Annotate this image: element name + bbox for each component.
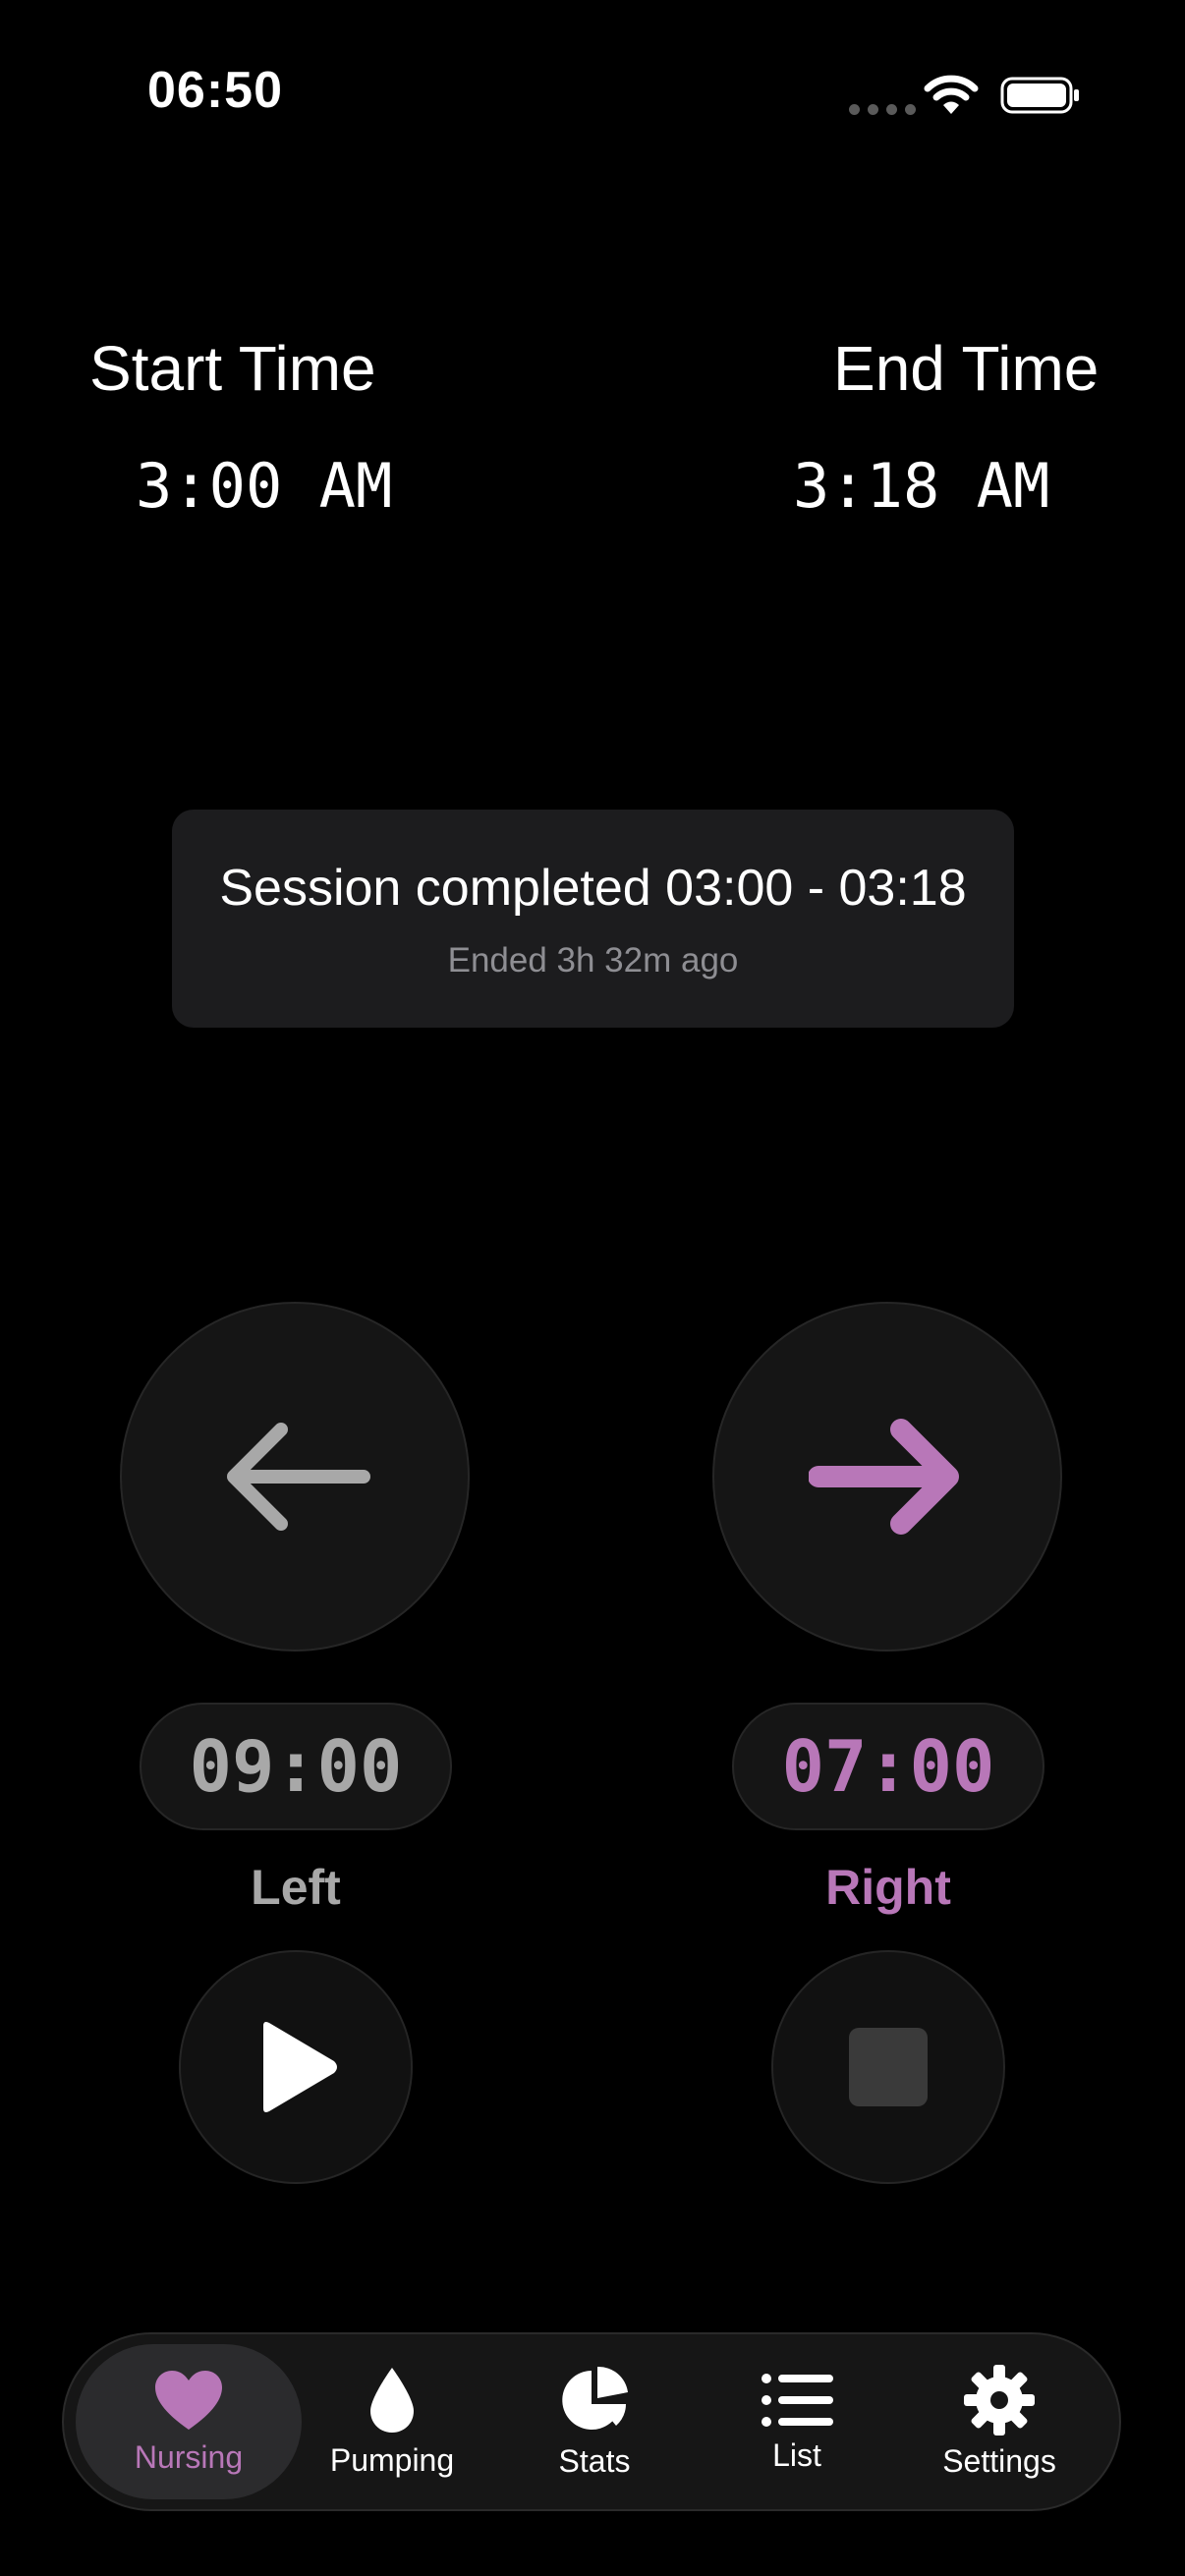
right-label: Right <box>825 1860 951 1915</box>
arrow-right-icon <box>809 1419 959 1535</box>
left-label: Left <box>251 1860 341 1915</box>
heart-icon <box>155 2370 222 2430</box>
tab-settings[interactable]: Settings <box>901 2334 1098 2509</box>
session-summary-card: Session completed 03:00 - 03:18 Ended 3h… <box>172 810 1014 1028</box>
tab-stats[interactable]: Stats <box>496 2334 693 2509</box>
tab-list-label: List <box>772 2436 821 2473</box>
battery-icon <box>1000 77 1079 114</box>
tab-pumping[interactable]: Pumping <box>294 2334 490 2509</box>
end-time-value[interactable]: 3:18 AM <box>793 450 1049 522</box>
left-breast-button[interactable] <box>120 1302 470 1652</box>
tab-nursing[interactable]: Nursing <box>76 2344 302 2499</box>
start-time-label: Start Time <box>89 333 376 404</box>
tab-pumping-label: Pumping <box>329 2441 455 2478</box>
play-button[interactable] <box>179 1950 413 2184</box>
stop-button[interactable] <box>771 1950 1005 2184</box>
tab-list[interactable]: List <box>699 2334 895 2509</box>
cellular-signal-icon <box>849 104 916 115</box>
list-icon <box>762 2373 833 2427</box>
play-icon <box>263 2022 337 2112</box>
tab-nursing-label: Nursing <box>134 2438 244 2475</box>
pie-chart-icon <box>562 2366 628 2430</box>
session-summary-title: Session completed 03:00 - 03:18 <box>219 860 967 917</box>
end-time-label: End Time <box>833 333 1100 404</box>
drop-icon <box>370 2367 414 2433</box>
tab-stats-label: Stats <box>558 2442 631 2479</box>
status-time: 06:50 <box>147 62 283 119</box>
session-summary-subtitle: Ended 3h 32m ago <box>447 941 739 980</box>
right-timer: 07:00 <box>732 1703 1044 1830</box>
left-timer: 09:00 <box>140 1703 452 1830</box>
tab-bar: Nursing Pumping Stats List Settings <box>62 2332 1121 2511</box>
wifi-icon <box>924 75 979 114</box>
stop-icon <box>849 2028 928 2106</box>
gear-icon <box>964 2364 1035 2436</box>
start-time-value[interactable]: 3:00 AM <box>136 450 392 522</box>
arrow-left-icon <box>227 1423 370 1531</box>
right-breast-button[interactable] <box>712 1302 1062 1652</box>
tab-settings-label: Settings <box>942 2442 1056 2479</box>
